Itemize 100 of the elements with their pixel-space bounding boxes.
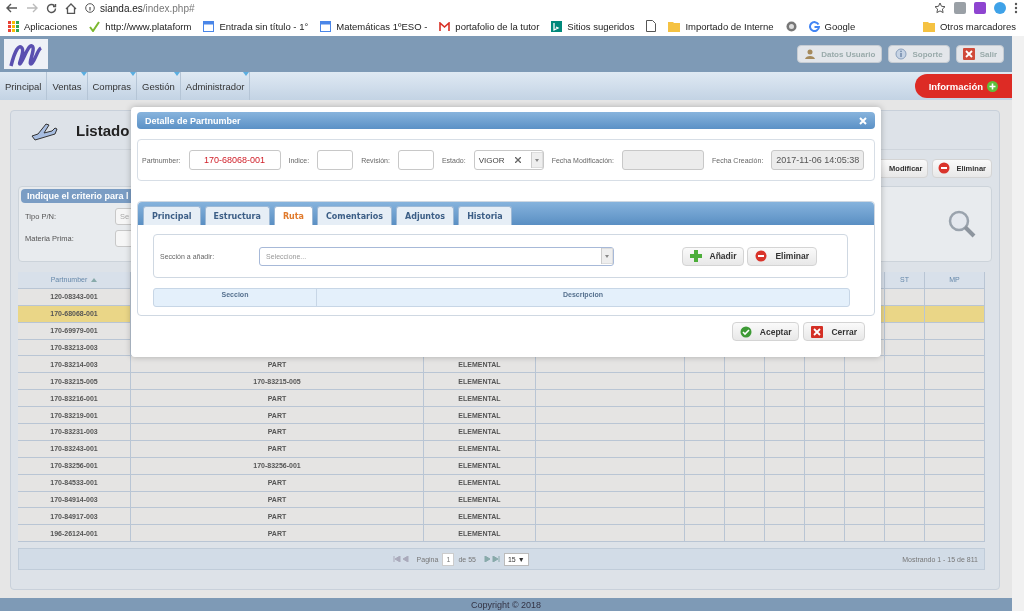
plus-icon: [987, 80, 998, 92]
table-cell: [925, 322, 985, 340]
checkmark-icon: [739, 325, 752, 338]
table-cell: [765, 424, 805, 441]
close-icon[interactable]: [859, 116, 867, 125]
table-cell: [885, 525, 925, 543]
table-cell: [925, 474, 985, 492]
action-button[interactable]: Añadir: [681, 246, 745, 266]
bookmark[interactable]: Google: [808, 20, 856, 32]
table-cell: [885, 457, 925, 475]
menu-item[interactable]: Principal: [0, 72, 48, 100]
bookmark[interactable]: Sitios sugeridos: [551, 20, 635, 32]
input-field[interactable]: [317, 150, 354, 170]
bookmark[interactable]: portafolio de la tutor: [439, 20, 540, 32]
google-icon: [808, 20, 820, 32]
table-cell: [765, 457, 805, 475]
back-arrow-icon[interactable]: [6, 3, 18, 13]
dialog-button[interactable]: Cerrar: [803, 322, 865, 341]
address-bar[interactable]: sianda.es/index.php#: [85, 1, 946, 15]
home-icon[interactable]: [65, 2, 77, 14]
folder-icon: [922, 20, 935, 32]
checkmark-icon: [89, 20, 101, 32]
reload-icon[interactable]: [46, 2, 57, 14]
table-cell: [925, 305, 985, 323]
info-button[interactable]: Información: [914, 74, 1012, 98]
close-icon: [962, 48, 975, 60]
table-cell: [925, 525, 985, 543]
table-cell: [885, 322, 925, 340]
table-cell: [845, 474, 885, 492]
url-text: sianda.es/index.php#: [100, 2, 195, 14]
bookmark[interactable]: Importado de Interne: [668, 20, 774, 32]
extension-icon[interactable]: [954, 2, 966, 14]
menu-item[interactable]: Administrador: [180, 72, 251, 100]
table-cell: [845, 457, 885, 475]
plus-icon: [689, 250, 702, 262]
document-icon: [320, 20, 332, 32]
menu-icon[interactable]: [1014, 2, 1018, 14]
table-cell: [685, 424, 725, 441]
search-icon[interactable]: [947, 209, 977, 239]
table-cell: [765, 474, 805, 492]
tab[interactable]: Historia: [458, 206, 512, 225]
tab[interactable]: Adjuntos: [396, 206, 455, 225]
bookmark-folder[interactable]: Otros marcadores: [922, 20, 1016, 32]
tab[interactable]: Estructura: [204, 206, 270, 225]
minus-circle-icon: [755, 250, 768, 262]
bookmark[interactable]: Matemáticas 1ºESO -: [320, 20, 428, 32]
table-cell: [925, 457, 985, 475]
user-icon: [804, 48, 817, 60]
table-cell: [805, 424, 845, 441]
minus-circle-icon: [938, 162, 951, 174]
table-cell: [725, 474, 765, 492]
star-icon[interactable]: [934, 2, 946, 14]
table-cell: [845, 440, 885, 458]
extension-icon[interactable]: [994, 2, 1006, 14]
select-field[interactable]: VIGOR: [473, 150, 544, 170]
table-cell: [685, 440, 725, 458]
info-icon: [85, 3, 95, 13]
extension-icon[interactable]: [974, 2, 986, 14]
table-cell: [805, 474, 845, 492]
table-cell: [885, 440, 925, 458]
forward-arrow-icon[interactable]: [26, 3, 38, 13]
caret-icon: [601, 248, 614, 264]
table-cell: [765, 525, 805, 543]
close-icon: [811, 325, 824, 338]
readonly-field: 2017-11-06 14:05:38: [771, 150, 865, 170]
tab[interactable]: Comentarios: [317, 206, 392, 225]
table-cell: [885, 305, 925, 323]
table-cell: [845, 424, 885, 441]
input-field[interactable]: 170-68068-001: [188, 150, 281, 170]
scrollbar[interactable]: [1012, 36, 1024, 611]
bookmark[interactable]: Entrada sin título - 1°: [203, 20, 309, 32]
apps-grid-icon: [8, 20, 19, 32]
table-cell: [845, 525, 885, 543]
menu-item[interactable]: Ventas: [47, 72, 88, 100]
table-cell: [725, 525, 765, 543]
logo: [4, 39, 48, 69]
table-cell: [885, 474, 925, 492]
table-cell: [725, 440, 765, 458]
input-field[interactable]: [397, 150, 434, 170]
action-button[interactable]: Eliminar: [747, 246, 817, 266]
table-cell: [925, 288, 985, 306]
table-cell: [685, 474, 725, 492]
table-cell: [725, 457, 765, 475]
caret-icon[interactable]: [530, 152, 543, 168]
table-cell: [805, 440, 845, 458]
dialog-button[interactable]: Aceptar: [731, 322, 800, 341]
folder-icon: [668, 20, 681, 32]
mail-icon: [439, 21, 451, 31]
table-cell: [805, 457, 845, 475]
bookmark[interactable]: http://www.plataform: [89, 20, 192, 32]
table-cell: [885, 288, 925, 306]
menu-item[interactable]: Gestión: [137, 72, 181, 100]
menu-item[interactable]: Compras: [87, 72, 138, 100]
dialog-title: Detalle de Partnumber: [145, 115, 241, 126]
table-cell: [685, 457, 725, 475]
bookmark[interactable]: Aplicaciones: [8, 20, 78, 32]
tab[interactable]: Principal: [143, 206, 201, 225]
clear-icon[interactable]: [514, 157, 521, 163]
table-cell: [805, 525, 845, 543]
info-icon: [895, 48, 908, 60]
